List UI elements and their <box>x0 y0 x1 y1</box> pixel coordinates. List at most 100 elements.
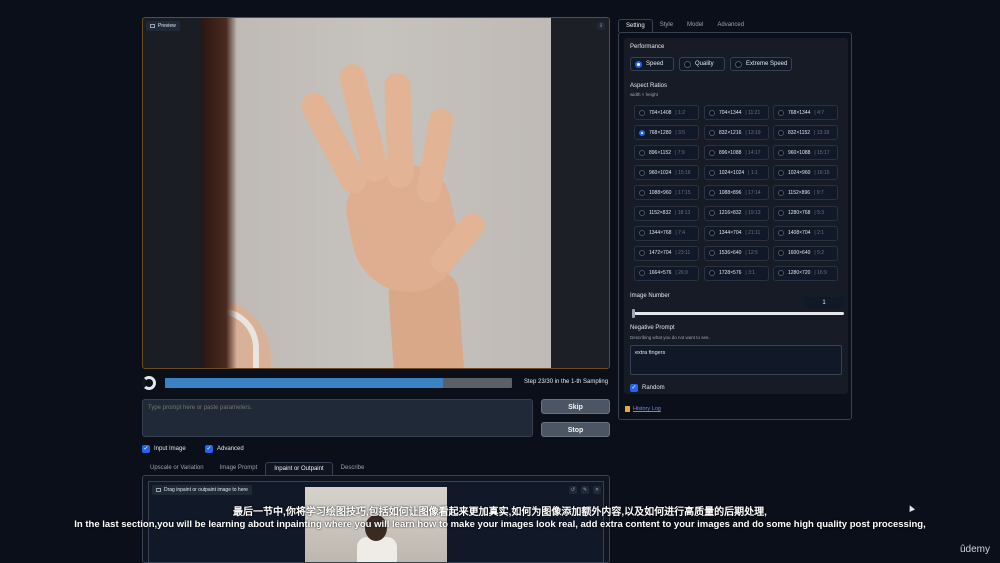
checkmark-icon: ✓ <box>205 445 213 453</box>
tab-setting[interactable]: Setting <box>618 19 653 32</box>
prompt-input[interactable] <box>142 399 533 437</box>
aspect-ratio-ratio: | 1:2 <box>675 109 686 116</box>
aspect-ratio-option[interactable]: 1728×576 | 3:1 <box>704 265 769 281</box>
aspect-ratio-option[interactable]: 1152×832 | 18:13 <box>634 205 699 221</box>
radio-icon <box>639 189 645 196</box>
tab-inpaint-or-outpaint[interactable]: Inpaint or Outpaint <box>265 462 333 475</box>
aspect-ratio-option[interactable]: 832×1216 | 13:19 <box>704 125 769 141</box>
skip-button[interactable]: Skip <box>541 399 610 414</box>
aspect-ratio-ratio: | 23:11 <box>675 250 691 257</box>
slider-thumb[interactable] <box>632 309 635 318</box>
random-label: Random <box>642 385 665 391</box>
aspect-ratio-size: 960×1024 <box>649 169 672 176</box>
image-number-slider[interactable] <box>634 312 844 315</box>
radio-icon <box>639 210 645 216</box>
performance-option-label: Extreme Speed <box>746 61 788 67</box>
random-checkbox[interactable]: ✓ Random <box>630 384 665 392</box>
image-hair <box>201 18 237 368</box>
aspect-ratio-option[interactable]: 896×1152 | 7:9 <box>634 145 699 161</box>
preview-label-text: Preview <box>158 23 176 29</box>
checkmark-icon: ✓ <box>630 384 638 392</box>
aspect-ratio-ratio: | 19:13 <box>745 210 761 216</box>
radio-icon <box>709 169 715 176</box>
aspect-ratio-ratio: | 7:9 <box>675 149 685 156</box>
aspect-ratio-option[interactable]: 1024×960 | 16:15 <box>773 165 838 181</box>
preview-label: Preview <box>146 21 180 31</box>
aspect-ratio-option[interactable]: 1152×896 | 9:7 <box>773 185 838 201</box>
undo-icon[interactable]: ↺ <box>569 486 577 494</box>
aspect-ratio-option[interactable]: 768×1280 | 3:5 <box>634 125 699 141</box>
radio-icon <box>639 250 645 257</box>
negative-prompt-title: Negative Prompt <box>630 325 675 331</box>
aspect-ratio-ratio: | 26:9 <box>675 270 688 277</box>
aspect-ratio-ratio: | 7:4 <box>675 230 686 237</box>
tab-style[interactable]: Style <box>653 19 680 32</box>
performance-option-label: Speed <box>646 61 664 67</box>
advanced-label: Advanced <box>217 446 244 452</box>
download-icon[interactable]: ⇩ <box>597 22 605 30</box>
aspect-ratio-ratio: | 18:13 <box>675 210 691 216</box>
aspect-ratio-option[interactable]: 1088×896 | 17:14 <box>704 185 769 201</box>
aspect-ratio-size: 1280×768 <box>788 210 811 216</box>
preview-dark-strip <box>551 18 609 368</box>
close-icon[interactable]: ✕ <box>593 486 601 494</box>
aspect-ratio-size: 1024×1024 <box>719 169 745 176</box>
aspect-ratio-size: 1408×704 <box>788 230 811 237</box>
aspect-ratio-option[interactable]: 768×1344 | 4:7 <box>773 105 838 120</box>
aspect-ratio-option[interactable]: 1088×960 | 17:15 <box>634 185 699 201</box>
aspect-ratio-ratio: | 5:3 <box>814 210 825 216</box>
image-icon <box>156 488 161 492</box>
radio-icon <box>778 270 784 277</box>
stop-button[interactable]: Stop <box>541 422 610 437</box>
aspect-ratio-option[interactable]: 704×1408 | 1:2 <box>634 105 699 120</box>
aspect-ratio-option[interactable]: 1344×768 | 7:4 <box>634 225 699 241</box>
aspect-ratio-ratio: | 1:1 <box>748 169 758 176</box>
tab-image-prompt[interactable]: Image Prompt <box>212 462 266 475</box>
aspect-ratio-option[interactable]: 1472×704 | 23:11 <box>634 245 699 261</box>
aspect-ratio-option[interactable]: 832×1152 | 13:18 <box>773 125 838 141</box>
aspect-ratio-option[interactable]: 960×1024 | 15:16 <box>634 165 699 181</box>
udemy-logo: ûdemy <box>960 544 991 555</box>
aspect-ratio-option[interactable]: 1600×640 | 5:2 <box>773 245 838 261</box>
aspect-ratio-option[interactable]: 704×1344 | 11:21 <box>704 105 769 120</box>
advanced-checkbox[interactable]: ✓ Advanced <box>205 445 244 453</box>
brush-icon[interactable]: ✎ <box>581 486 589 494</box>
aspect-ratio-option[interactable]: 1216×832 | 19:13 <box>704 205 769 221</box>
aspect-ratio-option[interactable]: 896×1088 | 14:17 <box>704 145 769 161</box>
aspect-ratio-size: 1600×640 <box>788 250 811 257</box>
loading-spinner-icon <box>142 376 156 390</box>
aspect-ratio-option[interactable]: 1664×576 | 26:9 <box>634 265 699 281</box>
history-log-text: History Log <box>633 406 661 412</box>
radio-icon <box>709 250 715 257</box>
progress-step-text: Step 23/30 in the 1-th Sampling <box>524 379 609 385</box>
negative-prompt-input[interactable]: extra fingers <box>630 345 842 375</box>
performance-option-speed[interactable]: Speed <box>630 57 674 71</box>
radio-icon <box>778 210 784 216</box>
image-number-input[interactable]: 1 <box>804 297 844 309</box>
aspect-ratio-size: 896×1088 <box>719 149 742 156</box>
aspect-ratio-size: 1152×896 <box>788 189 811 196</box>
aspect-ratio-size: 768×1280 <box>649 129 672 136</box>
aspect-ratio-option[interactable]: 1344×704 | 21:11 <box>704 225 769 241</box>
aspect-ratio-option[interactable]: 1536×640 | 12:5 <box>704 245 769 261</box>
aspect-ratio-option[interactable]: 1024×1024 | 1:1 <box>704 165 769 181</box>
aspect-ratio-option[interactable]: 960×1088 | 15:17 <box>773 145 838 161</box>
performance-option-extreme-speed[interactable]: Extreme Speed <box>730 57 792 71</box>
tab-upscale-or-variation[interactable]: Upscale or Variation <box>142 462 212 475</box>
radio-icon <box>684 60 691 68</box>
negative-prompt-subtitle: Describing what you do not want to see. <box>630 335 710 340</box>
aspect-ratio-option[interactable]: 1280×768 | 5:3 <box>773 205 838 221</box>
aspect-ratio-size: 1472×704 <box>649 250 672 257</box>
document-icon <box>625 406 630 412</box>
tab-advanced[interactable]: Advanced <box>710 19 751 32</box>
aspect-ratio-size: 1728×576 <box>719 270 742 277</box>
aspect-ratio-ratio: | 4:7 <box>814 109 825 116</box>
performance-option-quality[interactable]: Quality <box>679 57 725 71</box>
input-image-checkbox[interactable]: ✓ Input Image <box>142 445 186 453</box>
history-log-link[interactable]: History Log <box>625 406 661 412</box>
aspect-ratio-option[interactable]: 1280×720 | 16:9 <box>773 265 838 281</box>
tab-model[interactable]: Model <box>680 19 710 32</box>
radio-icon <box>709 270 715 277</box>
aspect-ratio-option[interactable]: 1408×704 | 2:1 <box>773 225 838 241</box>
tab-describe[interactable]: Describe <box>333 462 373 475</box>
